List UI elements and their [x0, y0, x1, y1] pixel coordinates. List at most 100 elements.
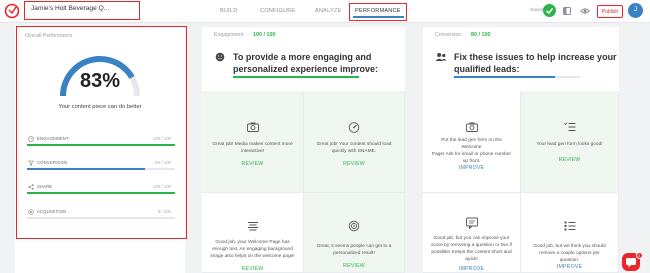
conversion-bar: [454, 76, 580, 78]
metric-score: 80 / 100: [155, 160, 171, 165]
card-text-line: Great job! Media makes content more: [212, 142, 293, 147]
metric-label: ACQUISITION: [37, 209, 67, 214]
target-icon: [28, 209, 34, 215]
metric-score: 100 / 100: [152, 184, 171, 189]
text-align-icon: [247, 222, 258, 231]
card-text: Great job! Media makes content more inte…: [202, 141, 303, 155]
metric-bar-fill: [27, 192, 175, 194]
improve-link[interactable]: IMPROVE: [521, 264, 618, 270]
suggestion-card[interactable]: Great job! Your content should load quic…: [304, 91, 405, 193]
review-link[interactable]: REVIEW: [304, 263, 404, 269]
review-link[interactable]: REVIEW: [202, 161, 303, 167]
review-link[interactable]: REVIEW: [304, 161, 404, 167]
metric-engagement: ENGAGEMENT 100 / 100: [23, 135, 175, 157]
user-avatar[interactable]: J: [628, 3, 643, 18]
card-text: Good job, but you can improve your score…: [423, 235, 520, 263]
conversion-label: Conversion: [435, 32, 462, 38]
engagement-panel: Engagement 100 / 100 To provide a more e…: [202, 27, 405, 273]
metric-bar-fill: [27, 144, 175, 146]
conversion-bar-fill: [454, 76, 555, 78]
camera-icon: [465, 122, 478, 132]
metric-acquisition: ACQUISITION 0 / 100: [23, 208, 175, 230]
card-text-line: interactive!: [240, 149, 265, 154]
review-link[interactable]: REVIEW: [202, 266, 303, 272]
card-text-line: Great job! Your content should load: [316, 142, 392, 147]
overall-score: 83%: [79, 70, 121, 92]
engagement-score: 100 / 100: [253, 32, 276, 38]
chat-notification-badge: 1: [636, 252, 643, 259]
engagement-label: Engagement: [214, 32, 244, 38]
improve-link[interactable]: IMPROVE: [423, 266, 520, 272]
suggestion-card[interactable]: Good job, but we think you should remove…: [521, 193, 619, 273]
users-icon: [435, 53, 447, 61]
card-text-line: quickly with SNAME.: [331, 149, 377, 154]
publish-button[interactable]: Publish: [597, 5, 623, 18]
metric-label: ENGAGEMENT: [37, 136, 69, 141]
list-icon: [564, 221, 575, 231]
metric-score: 0 / 100: [157, 209, 171, 214]
card-text-line: quick!: [465, 257, 478, 262]
conversion-score: 80 / 100: [471, 32, 491, 38]
metric-bar-fill: [27, 168, 146, 170]
engagement-heading-line: personalized experience improve:: [233, 64, 379, 74]
dial-icon: [28, 136, 34, 142]
metric-bar: [27, 168, 175, 170]
suggestion-card[interactable]: Great job! Media makes content more inte…: [202, 91, 304, 193]
conversion-heading-line: qualified leads:: [454, 64, 520, 74]
suggestion-card[interactable]: Your lead gen form looks good! REVIEW: [521, 91, 619, 193]
saved-check-icon: [543, 4, 556, 17]
checklist-icon: [563, 122, 575, 131]
card-text-line: Put the lead gen form on the Welcome: [441, 138, 502, 150]
smiley-icon: [215, 52, 225, 62]
conversion-heading-line: Fix these issues to help increase your: [454, 52, 617, 62]
conversion-heading: Fix these issues to help increase your q…: [454, 51, 617, 75]
card-text-line: enough text. An engaging background: [212, 247, 293, 252]
project-title[interactable]: Jamie's Holt Beverage Q...: [24, 1, 140, 20]
improve-link[interactable]: IMPROVE: [423, 165, 520, 171]
tab-configure[interactable]: CONFIGURE: [260, 0, 295, 23]
suggestion-card[interactable]: Great, it seems people can get to a pers…: [304, 193, 405, 273]
card-text: Good job, but we think you should remove…: [521, 243, 618, 264]
metric-bar: [27, 217, 175, 219]
chat-icon: [465, 217, 478, 229]
suggestion-card[interactable]: Good job, your Welcome Page has enough t…: [202, 193, 304, 273]
engagement-bar: [233, 76, 359, 78]
card-text: Great, it seems people can get to a pers…: [304, 243, 404, 257]
saved-status: Saved: [530, 8, 544, 13]
eye-preview-icon[interactable]: [580, 6, 590, 16]
review-link[interactable]: REVIEW: [521, 157, 618, 163]
card-text-line: Your lead gen form looks good!: [536, 142, 603, 147]
engagement-heading-line: To provide a more engaging and: [233, 52, 372, 62]
metric-label: SHARE: [37, 184, 53, 189]
tab-performance-highlight: [349, 3, 407, 21]
card-text-line: Good job, but you can improve your: [433, 236, 510, 241]
app-logo-icon[interactable]: [4, 3, 20, 19]
suggestion-card[interactable]: Good job, but you can improve your score…: [423, 193, 521, 273]
card-text-line: Good job, your Welcome Page has: [215, 240, 290, 245]
top-bar: Jamie's Holt Beverage Q... BUILD CONFIGU…: [0, 0, 650, 23]
card-text-line: Great, it seems people can get to a: [316, 244, 392, 249]
suggestion-card[interactable]: Put the lead gen form on the Welcome Pag…: [423, 91, 521, 193]
conversion-panel: Conversion 80 / 100 Fix these issues to …: [423, 27, 619, 273]
overall-title: Overall Performance: [25, 33, 73, 39]
overall-message: Your content piece can do better: [58, 104, 142, 110]
card-text-line: possible! Keeps the content short and: [431, 250, 512, 255]
engagement-bar-fill: [233, 76, 359, 78]
card-text-line: Page! Ask for email or phone number: [431, 152, 512, 157]
tab-build[interactable]: BUILD: [220, 0, 237, 23]
card-text: Put the lead gen form on the Welcome Pag…: [423, 137, 520, 165]
card-text-line: up front.: [462, 159, 481, 164]
tab-analyze[interactable]: ANALYZE: [315, 0, 341, 23]
share-icon: [28, 184, 34, 190]
card-text-line: image also helps on the welcome page!: [210, 254, 295, 259]
speedometer-icon: [348, 122, 360, 133]
card-text-line: remove a couple options per question.: [539, 251, 600, 263]
metric-conversion: CONVERSION 80 / 100: [23, 159, 175, 181]
card-text-line: score by removing a question or two if: [431, 243, 512, 248]
engagement-heading: To provide a more engaging and personali…: [233, 51, 378, 75]
metric-bar: [27, 192, 175, 194]
card-text: Your lead gen form looks good!: [521, 141, 618, 148]
device-preview-icon[interactable]: [562, 6, 572, 16]
metric-score: 100 / 100: [152, 136, 171, 141]
funnel-icon: [28, 160, 34, 166]
